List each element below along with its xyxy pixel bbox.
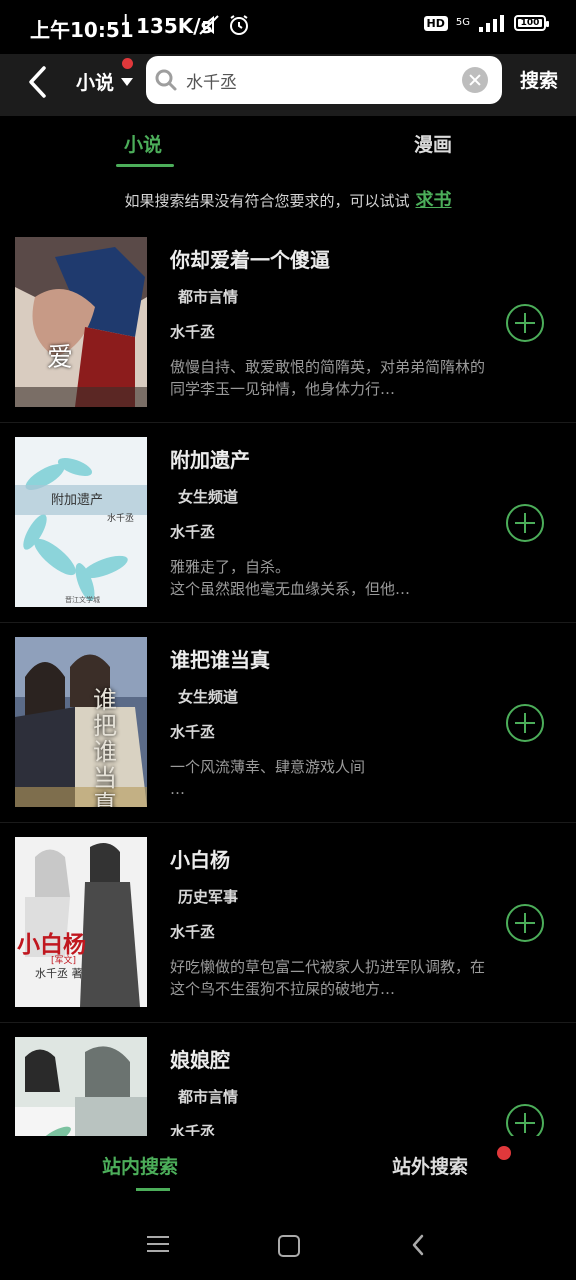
category-dropdown[interactable]: 小说 <box>76 68 134 95</box>
add-to-shelf-button[interactable] <box>506 904 544 942</box>
content-tabs: 小说 漫画 <box>0 116 576 168</box>
book-author: 水千丞 <box>170 923 216 941</box>
status-icons <box>198 14 250 36</box>
cover-title: 谁把谁当真 <box>93 686 117 807</box>
cover-title: 附加遗产 <box>51 493 104 508</box>
book-genre: 历史军事 <box>178 888 239 906</box>
book-author: 水千丞 <box>170 1123 216 1136</box>
search-button[interactable]: 搜索 <box>520 66 558 93</box>
request-book-link[interactable]: 求书 <box>416 190 452 211</box>
book-author: 水千丞 <box>170 523 216 541</box>
book-list: 爱 你却爱着一个傻逼 都市言情 水千丞 傲慢自持、敢爱敢恨的简隋英，对弟弟简隋林… <box>0 222 576 1136</box>
alarm-icon <box>230 15 248 35</box>
cover-title: 爱 <box>47 343 74 373</box>
cover-art <box>15 1037 147 1136</box>
add-to-shelf-button[interactable] <box>506 1104 544 1136</box>
cover-art <box>15 237 147 407</box>
book-cover: 谁把谁当真 <box>15 637 147 807</box>
book-description: 雅雅走了，自杀。 这个虽然跟他毫无血缘关系，但他… <box>170 558 411 598</box>
status-divider: | <box>122 12 130 37</box>
book-title: 附加遗产 <box>170 448 250 472</box>
cover-publisher: 晋江文学城 <box>65 596 100 604</box>
book-genre: 都市言情 <box>178 288 239 306</box>
book-cover: 爱 <box>15 237 147 407</box>
status-right: HD 5G 100 <box>423 14 549 32</box>
book-genre: 女生频道 <box>178 488 239 506</box>
category-label: 小说 <box>76 72 115 94</box>
list-item[interactable]: 娘娘腔 都市言情 水千丞 <box>0 1022 576 1136</box>
tab-novel[interactable]: 小说 <box>124 130 162 157</box>
add-to-shelf-button[interactable] <box>506 704 544 742</box>
battery-level: 100 <box>518 18 542 28</box>
list-item[interactable]: 谁把谁当真 谁把谁当真 女生频道 水千丞 一个风流薄幸、肆意游戏人间 … <box>0 622 576 823</box>
tab-site-search[interactable]: 站内搜索 <box>102 1152 178 1179</box>
book-title: 你却爱着一个傻逼 <box>170 248 330 272</box>
book-description: 一个风流薄幸、肆意游戏人间 … <box>170 758 366 798</box>
book-cover: 附加遗产 水千丞 晋江文学城 <box>15 437 147 607</box>
system-nav-bar <box>0 1200 576 1280</box>
hint-text: 如果搜索结果没有符合您要求的，可以试试 <box>124 192 410 210</box>
request-book-hint: 如果搜索结果没有符合您要求的，可以试试 求书 <box>0 186 576 212</box>
mute-icon <box>199 15 219 35</box>
cover-art <box>15 637 147 807</box>
list-item[interactable]: 小白杨 [军文] 水千丞 著 小白杨 历史军事 水千丞 好吃懒做的草包富二代被家… <box>0 822 576 1023</box>
category-badge-dot <box>122 58 133 69</box>
book-description: 傲慢自持、敢爱敢恨的简隋英，对弟弟简隋林的同学李玉一见钟情，他身体力行… <box>170 358 486 398</box>
bottom-search-tabs: 站内搜索 站外搜索 <box>0 1136 576 1200</box>
external-search-badge-dot <box>497 1146 511 1160</box>
book-author: 水千丞 <box>170 323 216 341</box>
search-icon <box>155 69 177 91</box>
status-time: 上午10:51 <box>30 18 134 42</box>
book-genre: 都市言情 <box>178 1088 239 1106</box>
status-bar: 上午10:51 | 135K/s HD 5G 100 <box>0 0 576 54</box>
caret-down-icon <box>121 77 134 86</box>
network-type: 5G <box>455 17 470 28</box>
system-back-icon[interactable] <box>410 1234 426 1256</box>
book-author: 水千丞 <box>170 723 216 741</box>
clear-icon[interactable] <box>462 67 488 93</box>
battery-icon: 100 <box>514 15 549 31</box>
book-title: 谁把谁当真 <box>170 648 270 672</box>
top-bar: 小说 搜索 <box>0 54 576 116</box>
book-genre: 女生频道 <box>178 688 239 706</box>
list-item[interactable]: 爱 你却爱着一个傻逼 都市言情 水千丞 傲慢自持、敢爱敢恨的简隋英，对弟弟简隋林… <box>0 222 576 423</box>
book-cover: 小白杨 [军文] 水千丞 著 <box>15 837 147 1007</box>
cover-author: 水千丞 著 <box>35 967 83 980</box>
active-bottom-tab-indicator <box>136 1188 170 1191</box>
book-title: 娘娘腔 <box>170 1048 230 1072</box>
active-tab-indicator <box>116 164 174 167</box>
search-box[interactable] <box>146 56 502 104</box>
tab-external-search[interactable]: 站外搜索 <box>392 1152 468 1179</box>
add-to-shelf-button[interactable] <box>506 504 544 542</box>
signal-icon <box>479 15 504 32</box>
cover-author: 水千丞 <box>107 514 135 524</box>
back-icon[interactable] <box>24 64 54 100</box>
search-input[interactable] <box>184 69 458 91</box>
cover-art <box>15 837 147 1007</box>
recent-apps-icon[interactable] <box>147 1236 169 1252</box>
home-icon[interactable] <box>278 1235 300 1257</box>
add-to-shelf-button[interactable] <box>506 304 544 342</box>
hd-badge: HD <box>423 15 448 31</box>
book-cover <box>15 1037 147 1136</box>
book-description: 好吃懒做的草包富二代被家人扔进军队调教，在这个鸟不生蛋狗不拉屎的破地方… <box>170 958 486 998</box>
tab-comic[interactable]: 漫画 <box>414 130 452 157</box>
book-title: 小白杨 <box>170 848 230 872</box>
list-item[interactable]: 附加遗产 水千丞 晋江文学城 附加遗产 女生频道 水千丞 雅雅走了，自杀。 这个… <box>0 422 576 623</box>
